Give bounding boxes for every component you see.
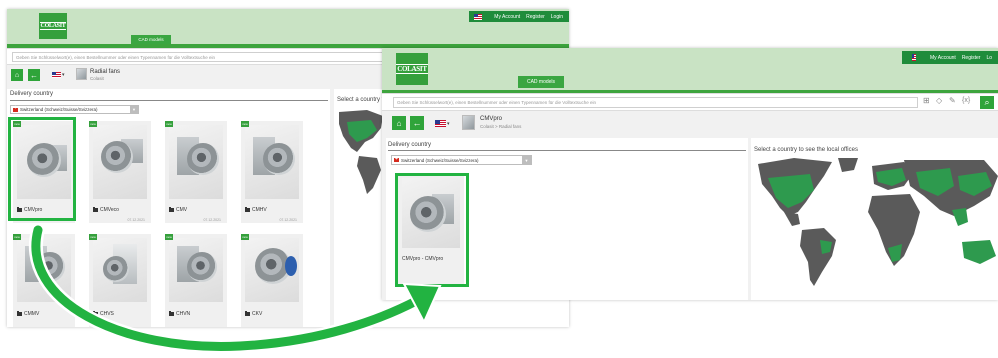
transition-arrow-icon bbox=[29, 223, 442, 354]
screenshot-stage: My Account Register Login COLASIT CAD mo… bbox=[0, 0, 998, 358]
